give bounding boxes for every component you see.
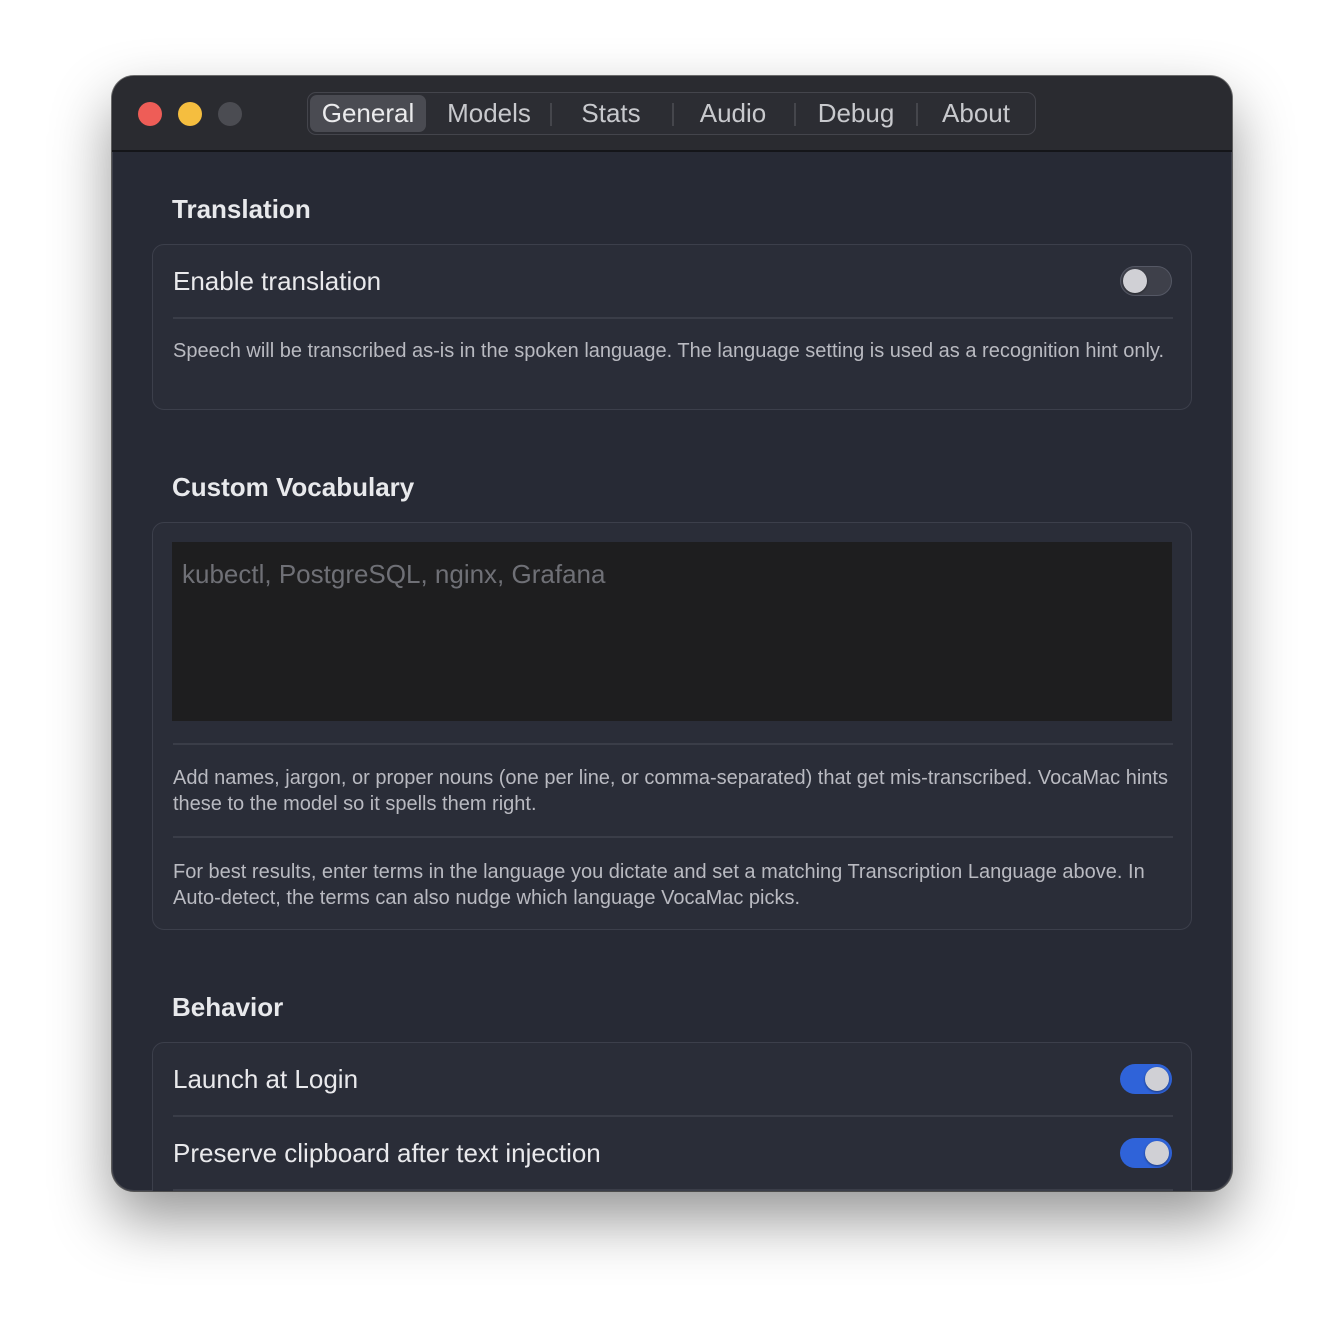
custom-vocabulary-input[interactable] xyxy=(172,542,1172,721)
divider xyxy=(173,1189,1173,1191)
tab-debug[interactable]: Debug xyxy=(796,93,916,134)
launch-at-login-label: Launch at Login xyxy=(173,1064,359,1094)
tab-general[interactable]: General xyxy=(310,95,426,132)
zoom-window-button[interactable] xyxy=(218,102,242,126)
tab-models[interactable]: Models xyxy=(428,93,550,134)
toggle-knob xyxy=(1145,1067,1169,1091)
divider xyxy=(173,1115,1173,1117)
launch-at-login-toggle[interactable] xyxy=(1120,1064,1172,1094)
translation-card: Enable translation Speech will be transc… xyxy=(152,244,1192,410)
tab-audio[interactable]: Audio xyxy=(674,93,792,134)
settings-tab-bar: General Models Stats Audio Debug About xyxy=(307,92,1036,135)
toggle-knob xyxy=(1123,269,1147,293)
tab-stats[interactable]: Stats xyxy=(552,93,670,134)
divider xyxy=(173,743,1173,745)
vocabulary-caption-hint: Add names, jargon, or proper nouns (one … xyxy=(173,767,1168,815)
divider xyxy=(173,836,1173,838)
close-window-button[interactable] xyxy=(138,102,162,126)
translation-caption: Speech will be transcribed as-is in the … xyxy=(173,340,1164,362)
tab-about[interactable]: About xyxy=(918,93,1034,134)
vocabulary-caption-language: For best results, enter terms in the lan… xyxy=(173,861,1145,909)
preserve-clipboard-toggle[interactable] xyxy=(1120,1138,1172,1168)
settings-window: General Models Stats Audio Debug About T… xyxy=(112,76,1232,1191)
behavior-section-title: Behavior xyxy=(172,992,284,1022)
toggle-knob xyxy=(1145,1141,1169,1165)
vocabulary-section-title: Custom Vocabulary xyxy=(172,472,415,502)
title-bar: General Models Stats Audio Debug About xyxy=(112,76,1232,152)
minimize-window-button[interactable] xyxy=(178,102,202,126)
enable-translation-label: Enable translation xyxy=(173,266,382,296)
enable-translation-toggle[interactable] xyxy=(1120,266,1172,296)
translation-section-title: Translation xyxy=(172,194,311,224)
preserve-clipboard-label: Preserve clipboard after text injection xyxy=(173,1138,601,1168)
behavior-card: Launch at Login Preserve clipboard after… xyxy=(152,1042,1192,1191)
vocabulary-card: Add names, jargon, or proper nouns (one … xyxy=(152,522,1192,930)
divider xyxy=(173,317,1173,319)
